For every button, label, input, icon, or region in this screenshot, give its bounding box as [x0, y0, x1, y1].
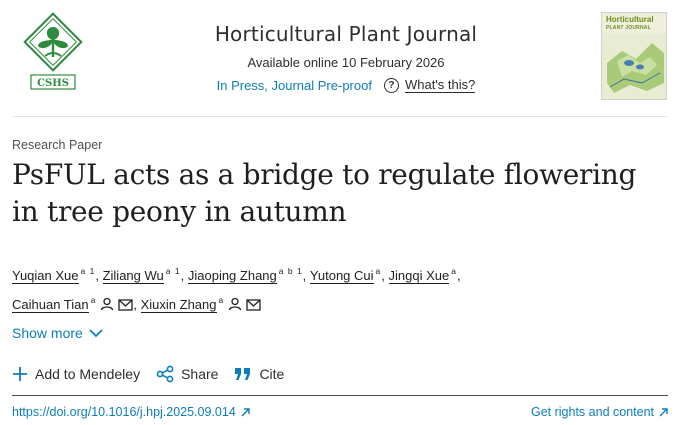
author-affiliation: a	[90, 295, 97, 305]
share-button[interactable]: Share	[156, 365, 218, 383]
author-separator: ,	[95, 268, 99, 283]
journal-info: Horticultural Plant Journal Available on…	[180, 22, 512, 93]
external-link-icon	[659, 407, 668, 416]
author-separator: ,	[133, 297, 137, 312]
article-type: Research Paper	[12, 138, 103, 152]
author-name: Yutong Cui	[309, 268, 374, 284]
rights-link[interactable]: Get rights and content	[531, 405, 668, 419]
add-to-mendeley-label: Add to Mendeley	[35, 366, 141, 382]
cover-artwork	[602, 33, 666, 99]
author-item[interactable]: Jiaoping Zhang a b 1	[187, 259, 303, 288]
rights-text: Get rights and content	[531, 405, 654, 419]
article-actions: Add to Mendeley Share Cite	[12, 364, 300, 384]
quote-icon	[235, 368, 251, 380]
author-name: Jiaoping Zhang	[187, 268, 277, 284]
author-separator: ,	[456, 268, 461, 283]
header-divider	[12, 116, 668, 117]
share-label: Share	[181, 366, 219, 382]
author-name: Jingqi Xue	[388, 268, 450, 284]
show-more-button[interactable]: Show more	[12, 325, 103, 341]
add-to-mendeley-button[interactable]: Add to Mendeley	[12, 366, 140, 382]
author-name: Ziliang Wu	[102, 268, 164, 284]
author-affiliation: a	[218, 295, 225, 305]
show-more-label: Show more	[12, 325, 83, 341]
author-name: Caihuan Tian	[12, 297, 89, 313]
plus-icon	[13, 367, 27, 381]
author-name: Xiuxin Zhang	[140, 297, 217, 313]
society-logo[interactable]: CSHS	[20, 12, 86, 92]
author-item[interactable]: Yuqian Xue a 1	[12, 259, 95, 288]
author-item[interactable]: Yutong Cui a	[309, 259, 381, 288]
author-list: Yuqian Xue a 1, Ziliang Wu a 1, Jiaoping Z…	[12, 259, 652, 317]
author-affiliation: a b 1	[278, 266, 303, 276]
author-separator: ,	[302, 268, 307, 283]
whats-this-button[interactable]: ? What's this?	[383, 77, 476, 93]
author-item[interactable]: Caihuan Tian a	[12, 288, 134, 317]
person-icon	[229, 297, 242, 311]
doi-text: https://doi.org/10.1016/j.hpj.2025.09.01…	[12, 405, 236, 419]
logo-text: CSHS	[37, 78, 69, 89]
journal-header: CSHS Horticultural Plant Journal Availab…	[0, 0, 677, 116]
author-separator: ,	[180, 268, 185, 283]
author-item[interactable]: Xiuxin Zhang a	[140, 288, 262, 317]
external-link-icon	[241, 407, 250, 416]
article-title: PsFUL acts as a bridge to regulate flowe…	[12, 158, 637, 228]
envelope-icon	[246, 299, 261, 311]
whats-this-label: What's this?	[404, 77, 476, 93]
person-icon	[101, 297, 114, 311]
chevron-down-icon	[89, 328, 103, 337]
author-item[interactable]: Ziliang Wu a 1	[102, 259, 181, 288]
journal-cover-image[interactable]: Horticultural PLANT JOURNAL	[601, 12, 667, 100]
status-row: In Press, Journal Pre-proof ? What's thi…	[180, 78, 512, 93]
actions-divider	[12, 395, 668, 396]
envelope-icon	[118, 299, 134, 311]
author-name: Yuqian Xue	[12, 268, 79, 284]
share-icon	[156, 365, 174, 383]
author-item[interactable]: Jingqi Xue a	[388, 259, 457, 288]
cite-button[interactable]: Cite	[234, 366, 284, 382]
journal-pre-proof-link[interactable]: In Press, Journal Pre-proof	[217, 78, 372, 93]
author-affiliation: a 1	[80, 266, 96, 276]
author-affiliation: a 1	[165, 266, 181, 276]
doi-link[interactable]: https://doi.org/10.1016/j.hpj.2025.09.01…	[12, 405, 250, 419]
journal-title[interactable]: Horticultural Plant Journal	[180, 22, 512, 46]
author-separator: ,	[381, 268, 385, 283]
availability-date: Available online 10 February 2026	[247, 55, 445, 70]
question-icon: ?	[383, 78, 399, 93]
cite-label: Cite	[259, 366, 285, 382]
